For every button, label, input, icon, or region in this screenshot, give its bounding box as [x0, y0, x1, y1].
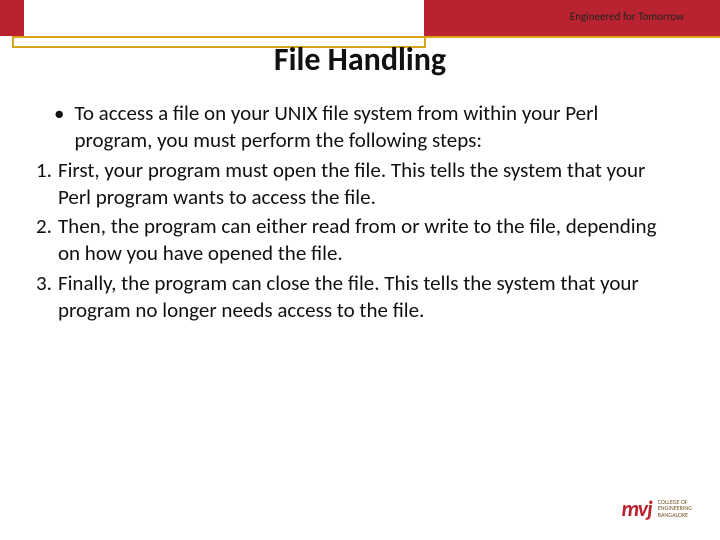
slide-title: File Handling	[0, 40, 720, 79]
step-number: 2.	[36, 213, 52, 268]
bullet-text: To access a file on your UNIX file syste…	[74, 100, 672, 155]
logo-mark: mvj	[621, 495, 651, 522]
step-number: 3.	[36, 270, 52, 325]
step-text: Then, the program can either read from o…	[58, 213, 672, 268]
step-item-3: 3. Finally, the program can close the fi…	[36, 270, 672, 325]
tagline-text: Engineered for Tomorrow	[570, 10, 684, 23]
bullet-item: • To access a file on your UNIX file sys…	[36, 100, 672, 155]
logo-subtext: College of Engineering Bangalore	[658, 499, 692, 519]
accent-line-top	[12, 36, 720, 38]
step-text: Finally, the program can close the file.…	[58, 270, 672, 325]
step-text: First, your program must open the file. …	[58, 157, 672, 212]
slide-content: • To access a file on your UNIX file sys…	[36, 100, 672, 326]
step-item-2: 2. Then, the program can either read fro…	[36, 213, 672, 268]
bullet-icon: •	[54, 100, 64, 155]
footer-logo: mvj College of Engineering Bangalore	[621, 495, 692, 522]
step-number: 1.	[36, 157, 52, 212]
step-item-1: 1. First, your program must open the fil…	[36, 157, 672, 212]
logo-line3: Bangalore	[658, 512, 692, 519]
